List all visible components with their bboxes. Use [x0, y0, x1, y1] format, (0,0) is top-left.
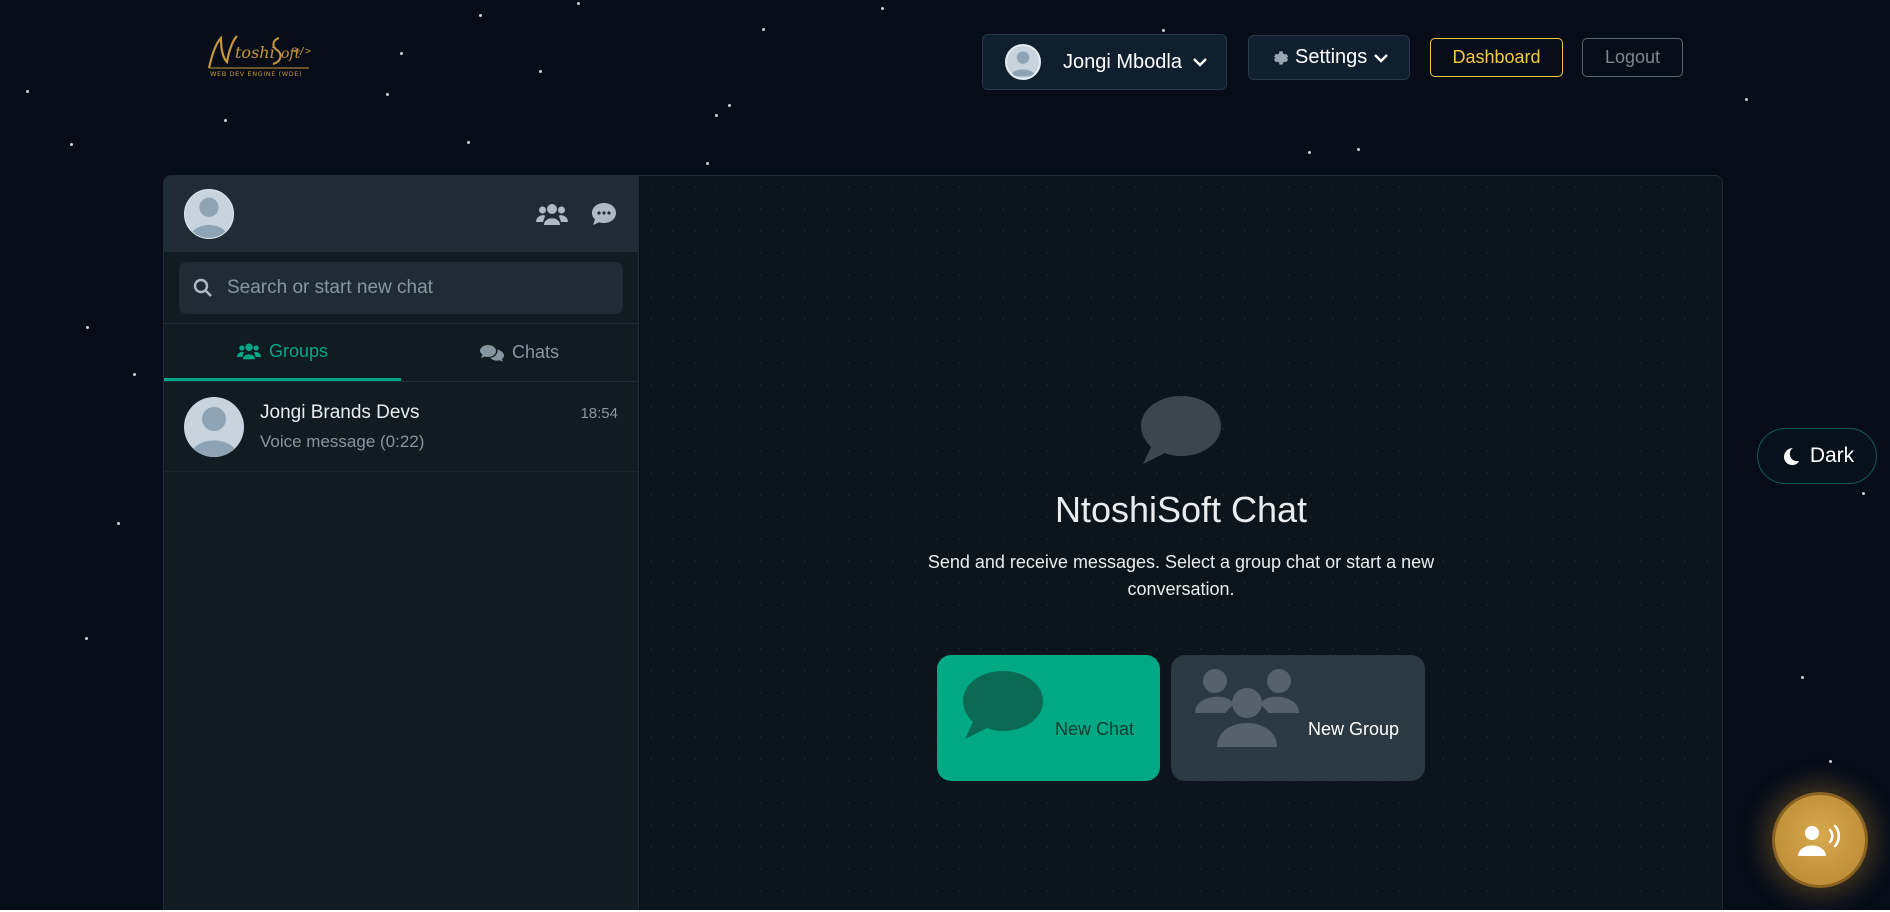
star: [133, 373, 136, 376]
star: [1357, 148, 1360, 151]
star: [577, 2, 580, 5]
group-avatar: [184, 396, 244, 457]
person-voice-icon: [1798, 824, 1841, 856]
chevron-down-icon: [1374, 53, 1389, 63]
svg-text:</>: </>: [293, 46, 311, 57]
star: [386, 93, 389, 96]
star: [1162, 29, 1165, 32]
tab-chats[interactable]: Chats: [401, 324, 638, 381]
logout-button[interactable]: Logout: [1582, 38, 1683, 77]
chat-bubble-icon: [963, 671, 1043, 739]
chat-list-item[interactable]: Jongi Brands Devs 18:54 Voice message (0…: [164, 382, 638, 472]
star: [539, 70, 542, 73]
star: [26, 90, 29, 93]
welcome-subtitle: Send and receive messages. Select a grou…: [927, 552, 1435, 599]
new-chat-button[interactable]: New Chat: [937, 655, 1160, 781]
search-box: [179, 262, 623, 314]
user-menu-button[interactable]: Jongi Mbodla: [982, 34, 1227, 90]
star: [1745, 98, 1748, 101]
star: [1801, 676, 1804, 679]
star: [400, 52, 403, 55]
star: [706, 162, 709, 165]
star: [1308, 151, 1311, 154]
chat-sidebar: Groups Chats Jongi Brands Devs: [164, 176, 639, 911]
chat-preview: Voice message (0:22): [260, 431, 425, 451]
chat-bubble-icon[interactable]: [590, 201, 618, 227]
star: [70, 143, 73, 146]
sidebar-header: [164, 176, 638, 252]
theme-toggle-button[interactable]: Dark: [1757, 428, 1877, 484]
star: [728, 104, 731, 107]
gear-icon: [1274, 50, 1289, 65]
svg-text:toshi: toshi: [235, 43, 275, 62]
comments-icon: [479, 344, 504, 361]
voice-assistant-button[interactable]: [1772, 792, 1868, 888]
welcome-title: NtoshiSoft Chat: [1054, 489, 1308, 530]
tab-groups[interactable]: Groups: [164, 324, 401, 381]
settings-label: Settings: [1295, 46, 1368, 68]
settings-menu-button[interactable]: Settings: [1248, 35, 1410, 80]
svg-text:WEB DEV ENGINE (WDE): WEB DEV ENGINE (WDE): [210, 70, 302, 78]
users-icon[interactable]: [536, 201, 568, 227]
search-icon: [193, 278, 212, 297]
moon-icon: [1783, 448, 1799, 465]
user-name: Jongi Mbodla: [1063, 50, 1182, 73]
ntoshisoft-logo[interactable]: toshi oft </> WEB DEV ENGINE (WDE): [205, 28, 313, 80]
new-group-button[interactable]: New Group: [1171, 655, 1425, 781]
sidebar-tabs: Groups Chats: [164, 324, 638, 382]
search-area: [164, 252, 638, 324]
star: [467, 141, 470, 144]
star: [762, 28, 765, 31]
users-icon: [236, 343, 261, 360]
chat-time: 18:54: [580, 404, 618, 422]
user-avatar: [1005, 44, 1041, 80]
star: [86, 326, 89, 329]
chat-app: Groups Chats Jongi Brands Devs: [163, 175, 1723, 912]
new-chat-label: New Chat: [1054, 719, 1134, 739]
star: [1862, 492, 1865, 495]
users-icon: [1195, 669, 1299, 747]
profile-avatar[interactable]: [184, 189, 234, 239]
chevron-down-icon: [1193, 58, 1207, 67]
new-group-label: New Group: [1307, 719, 1399, 739]
tab-chats-label: Chats: [511, 342, 560, 362]
star: [881, 7, 884, 10]
welcome-panel: NtoshiSoft Chat Send and receive message…: [640, 394, 1722, 781]
tab-groups-label: Groups: [268, 340, 329, 361]
star: [715, 114, 718, 117]
star: [224, 119, 227, 122]
search-input[interactable]: [227, 277, 623, 299]
star: [85, 637, 88, 640]
star: [117, 522, 120, 525]
chat-name: Jongi Brands Devs: [260, 401, 420, 423]
star: [1829, 760, 1832, 763]
chat-main-panel: NtoshiSoft Chat Send and receive message…: [640, 176, 1722, 911]
theme-label: Dark: [1809, 444, 1855, 467]
chat-bubble-icon: [1141, 396, 1221, 464]
star: [479, 14, 482, 17]
dashboard-button[interactable]: Dashboard: [1430, 38, 1563, 77]
